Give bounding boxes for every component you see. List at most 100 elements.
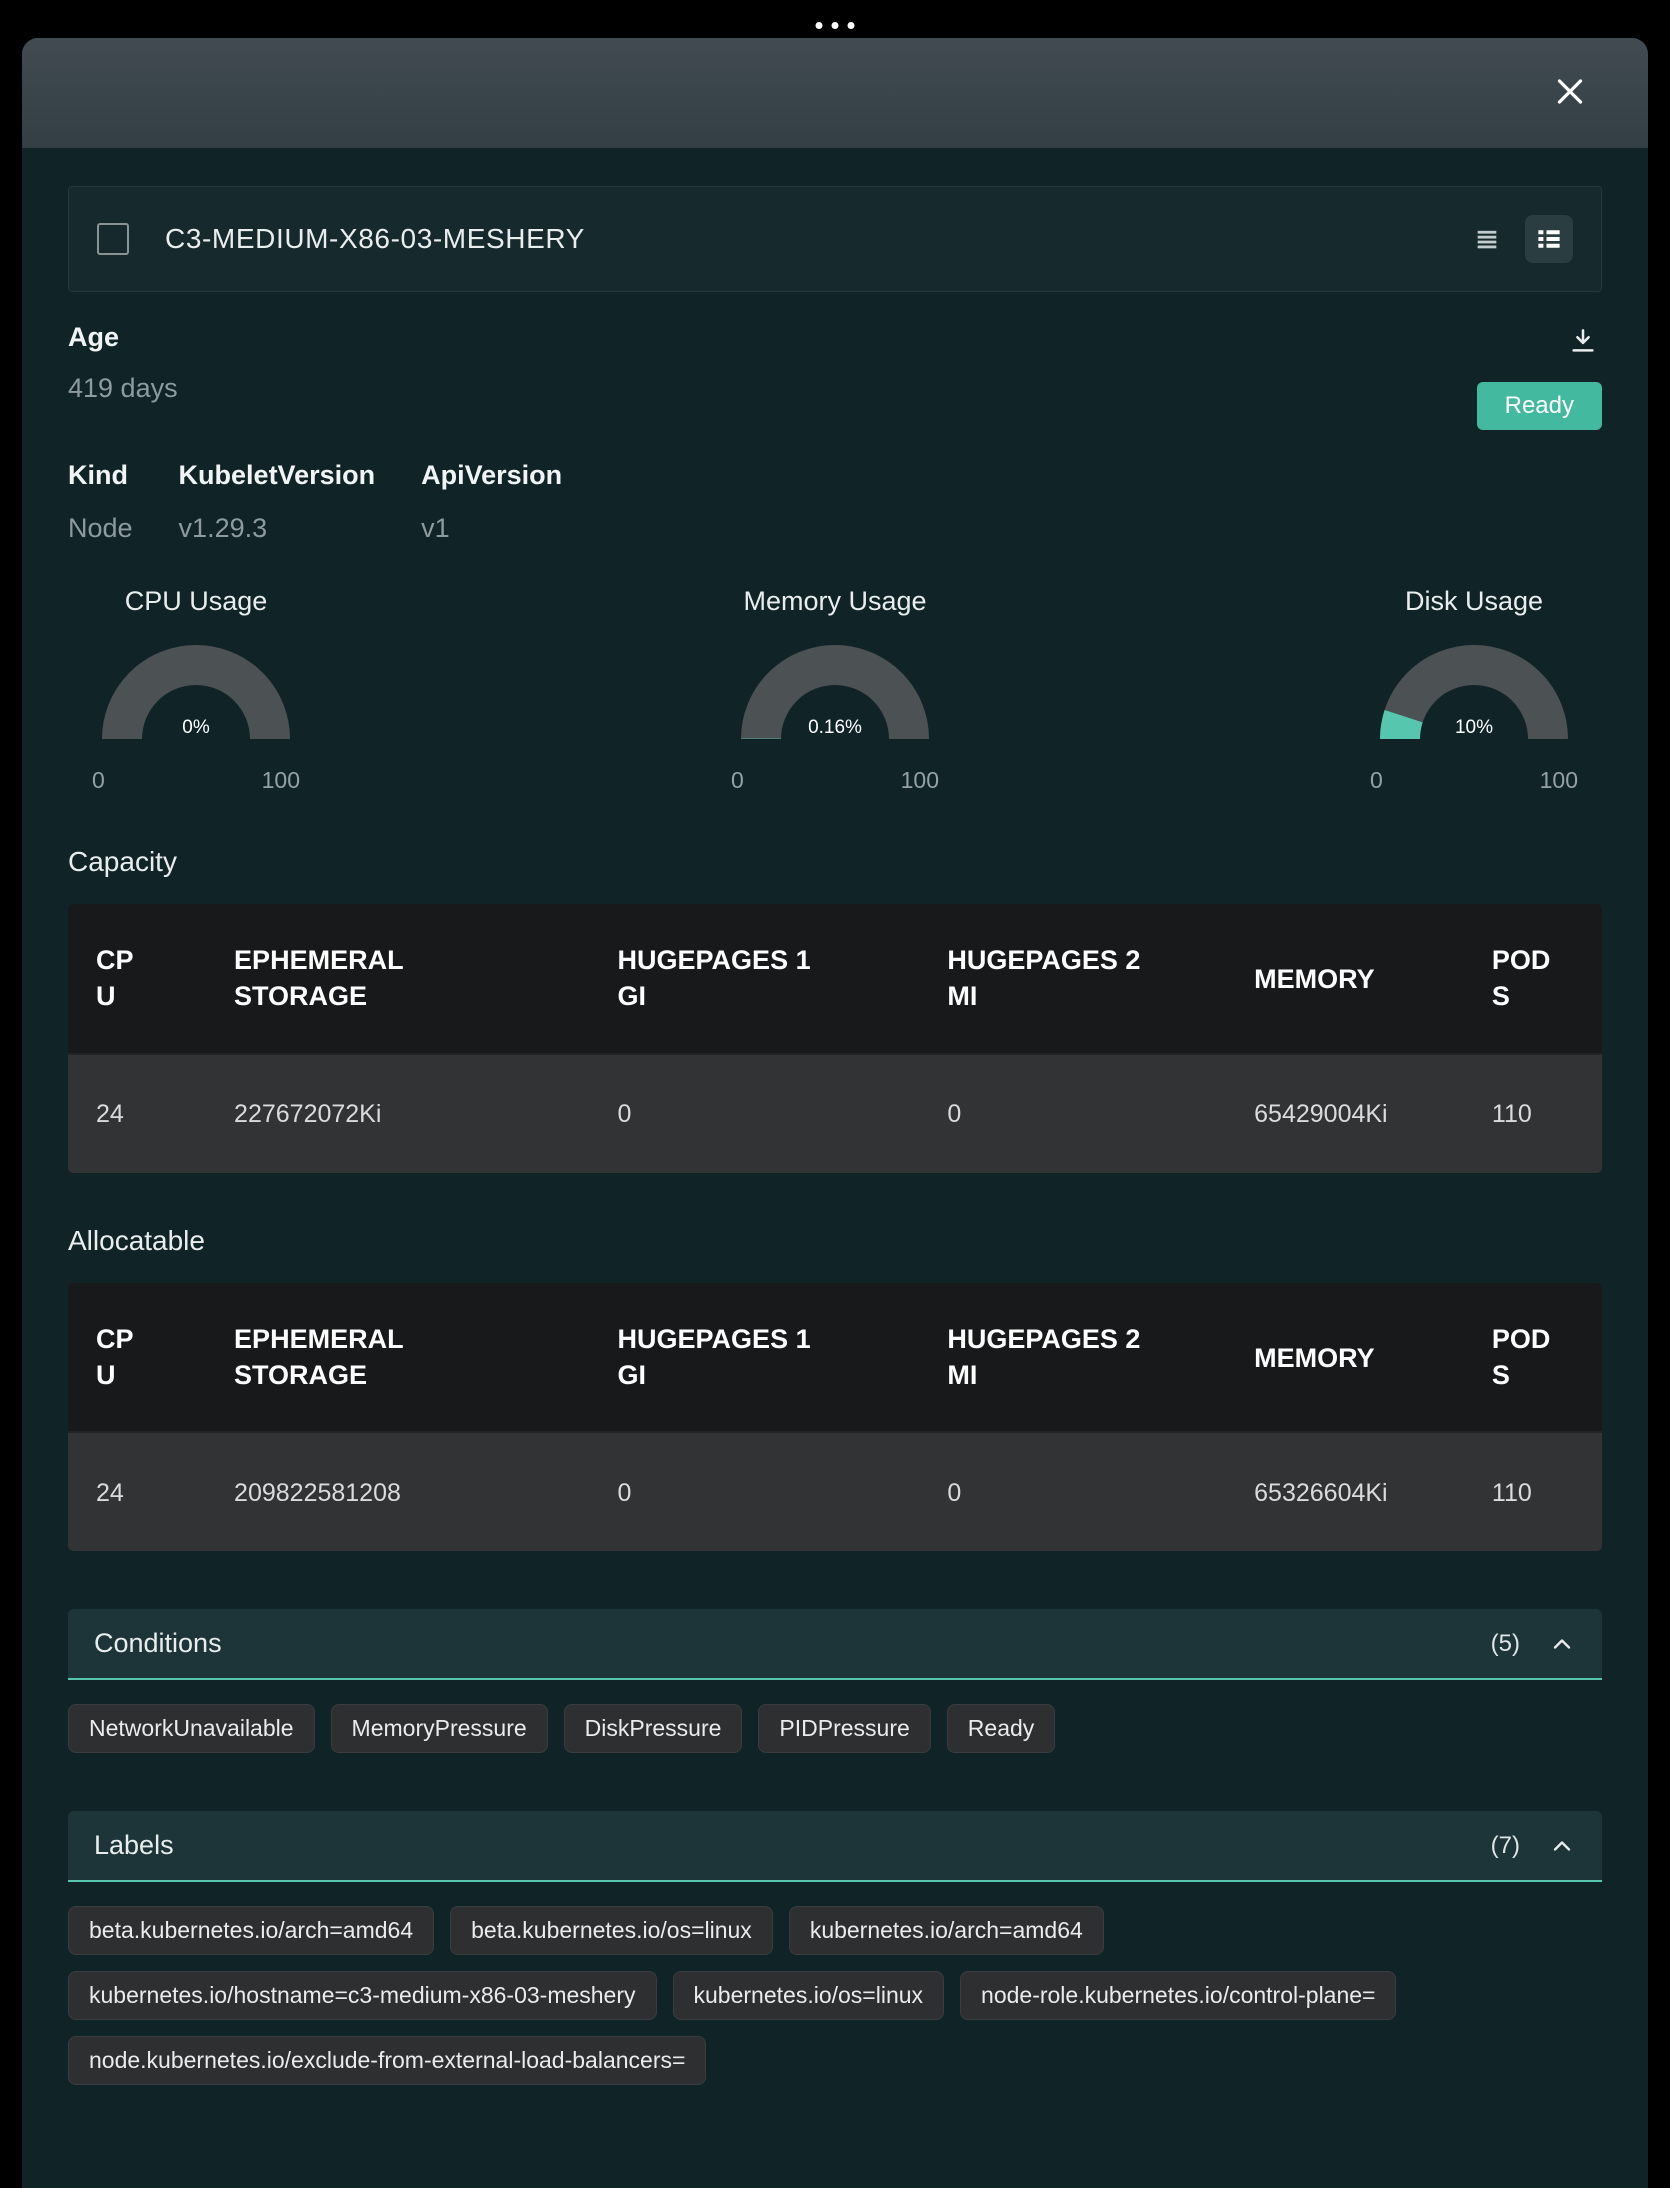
download-button[interactable] — [1564, 322, 1602, 360]
table-head: CPUEPHEMERAL STORAGEHUGEPAGES 1 GIHUGEPA… — [68, 904, 1602, 1053]
column-header: PODS — [1464, 904, 1602, 1053]
column-header: HUGEPAGES 2 MI — [919, 1283, 1226, 1432]
list-view-button[interactable] — [1525, 215, 1573, 263]
column-header: HUGEPAGES 2 MI — [919, 904, 1226, 1053]
chip[interactable]: kubernetes.io/arch=amd64 — [789, 1906, 1104, 1955]
chip[interactable]: NetworkUnavailable — [68, 1704, 315, 1753]
download-icon — [1568, 326, 1598, 356]
allocatable-table: CPUEPHEMERAL STORAGEHUGEPAGES 1 GIHUGEPA… — [68, 1283, 1602, 1552]
usage-gauges: CPU Usage 0% 0 100 Memory Usage 0.16% — [68, 586, 1602, 794]
node-card-header: C3-MEDIUM-X86-03-MESHERY — [68, 186, 1602, 292]
table-row: 242098225812080065326604Ki110 — [68, 1431, 1602, 1551]
table-head: CPUEPHEMERAL STORAGEHUGEPAGES 1 GIHUGEPA… — [68, 1283, 1602, 1432]
column-header: EPHEMERAL STORAGE — [206, 904, 590, 1053]
disk-usage-gauge: Disk Usage 10% 0 100 — [1354, 586, 1594, 794]
table-cell: 209822581208 — [206, 1431, 590, 1551]
gauge-min: 0 — [731, 767, 744, 794]
select-node-checkbox[interactable] — [97, 223, 129, 255]
chevron-up-icon[interactable] — [1548, 1630, 1576, 1658]
conditions-chips: NetworkUnavailable MemoryPressure DiskPres… — [68, 1704, 1602, 1753]
allocatable-table-wrap: CPUEPHEMERAL STORAGEHUGEPAGES 1 GIHUGEPA… — [68, 1283, 1602, 1552]
table-cell: 0 — [919, 1053, 1226, 1173]
node-info-grid: Kind KubeletVersion ApiVersion Node v1.2… — [68, 460, 1602, 544]
labels-chips: beta.kubernetes.io/arch=amd64 beta.kubern… — [68, 1906, 1602, 2085]
gauge-max: 100 — [1540, 767, 1578, 794]
column-header: PODS — [1464, 1283, 1602, 1432]
table-row: 24227672072Ki0065429004Ki110 — [68, 1053, 1602, 1173]
capacity-table-wrap: CPUEPHEMERAL STORAGEHUGEPAGES 1 GIHUGEPA… — [68, 904, 1602, 1173]
age-label: Age — [68, 322, 178, 353]
gauge-arc: 0.16% — [715, 635, 955, 761]
kind-label: Kind — [68, 460, 133, 491]
column-header: HUGEPAGES 1 GI — [590, 1283, 920, 1432]
age-value: 419 days — [68, 373, 178, 404]
column-header: HUGEPAGES 1 GI — [590, 904, 920, 1053]
table-cell: 24 — [68, 1431, 206, 1551]
chip[interactable]: beta.kubernetes.io/arch=amd64 — [68, 1906, 434, 1955]
modal-content: C3-MEDIUM-X86-03-MESHERY — [22, 186, 1648, 2085]
compact-view-icon — [1473, 225, 1501, 253]
gauge-scale: 0 100 — [76, 767, 316, 794]
labels-count: (7) — [1491, 1832, 1520, 1860]
chip[interactable]: node-role.kubernetes.io/control-plane= — [960, 1971, 1396, 2020]
table-cell: 0 — [919, 1431, 1226, 1551]
chip[interactable]: kubernetes.io/hostname=c3-medium-x86-03-… — [68, 1971, 657, 2020]
chip[interactable]: MemoryPressure — [331, 1704, 548, 1753]
gauge-scale: 0 100 — [1354, 767, 1594, 794]
chevron-up-icon[interactable] — [1548, 1832, 1576, 1860]
table-header-row: CPUEPHEMERAL STORAGEHUGEPAGES 1 GIHUGEPA… — [68, 1283, 1602, 1432]
compact-view-button[interactable] — [1463, 215, 1511, 263]
table-body: 242098225812080065326604Ki110 — [68, 1431, 1602, 1551]
meta-row: Age 419 days Ready — [68, 322, 1602, 430]
api-version-value: v1 — [421, 513, 562, 544]
allocatable-section-title: Allocatable — [68, 1225, 1602, 1257]
status-badge: Ready — [1477, 382, 1602, 430]
gauge-percent: 10% — [1455, 717, 1493, 738]
conditions-section-header[interactable]: Conditions (5) — [68, 1609, 1602, 1680]
cpu-usage-gauge: CPU Usage 0% 0 100 — [76, 586, 316, 794]
meta-right: Ready — [1477, 322, 1602, 430]
chip[interactable]: node.kubernetes.io/exclude-from-external… — [68, 2036, 706, 2085]
column-header: CPU — [68, 1283, 206, 1432]
labels-section-header[interactable]: Labels (7) — [68, 1811, 1602, 1882]
table-cell: 65326604Ki — [1226, 1431, 1464, 1551]
close-icon — [1552, 74, 1588, 110]
api-version-label: ApiVersion — [421, 460, 562, 491]
chip[interactable]: kubernetes.io/os=linux — [673, 1971, 945, 2020]
gauge-min: 0 — [92, 767, 105, 794]
gauge-title: Memory Usage — [743, 586, 926, 617]
table-cell: 110 — [1464, 1053, 1602, 1173]
table-cell: 227672072Ki — [206, 1053, 590, 1173]
chip[interactable]: DiskPressure — [564, 1704, 743, 1753]
kubelet-version-label: KubeletVersion — [179, 460, 376, 491]
table-cell: 65429004Ki — [1226, 1053, 1464, 1173]
node-title: C3-MEDIUM-X86-03-MESHERY — [165, 223, 585, 255]
table-header-row: CPUEPHEMERAL STORAGEHUGEPAGES 1 GIHUGEPA… — [68, 904, 1602, 1053]
gauge-percent: 0% — [182, 717, 210, 738]
capacity-section-title: Capacity — [68, 846, 1602, 878]
gauge-title: Disk Usage — [1405, 586, 1543, 617]
kubelet-version-value: v1.29.3 — [179, 513, 376, 544]
close-button[interactable] — [1548, 70, 1592, 117]
chip[interactable]: beta.kubernetes.io/os=linux — [450, 1906, 773, 1955]
conditions-count: (5) — [1491, 1630, 1520, 1658]
column-header: CPU — [68, 904, 206, 1053]
table-cell: 24 — [68, 1053, 206, 1173]
list-view-icon — [1534, 224, 1564, 254]
labels-title: Labels — [94, 1830, 1491, 1861]
chip[interactable]: Ready — [947, 1704, 1055, 1753]
column-header: MEMORY — [1226, 904, 1464, 1053]
more-options-dots-icon[interactable] — [816, 22, 855, 29]
column-header: MEMORY — [1226, 1283, 1464, 1432]
table-cell: 110 — [1464, 1431, 1602, 1551]
chip[interactable]: PIDPressure — [758, 1704, 930, 1753]
gauge-arc: 0% — [76, 635, 316, 761]
gauge-arc: 10% — [1354, 635, 1594, 761]
gauge-title: CPU Usage — [125, 586, 268, 617]
conditions-title: Conditions — [94, 1628, 1491, 1659]
node-details-modal: C3-MEDIUM-X86-03-MESHERY — [22, 38, 1648, 2188]
gauge-percent: 0.16% — [808, 717, 862, 738]
view-toggle — [1463, 215, 1573, 263]
kind-value: Node — [68, 513, 133, 544]
memory-usage-gauge: Memory Usage 0.16% 0 100 — [715, 586, 955, 794]
